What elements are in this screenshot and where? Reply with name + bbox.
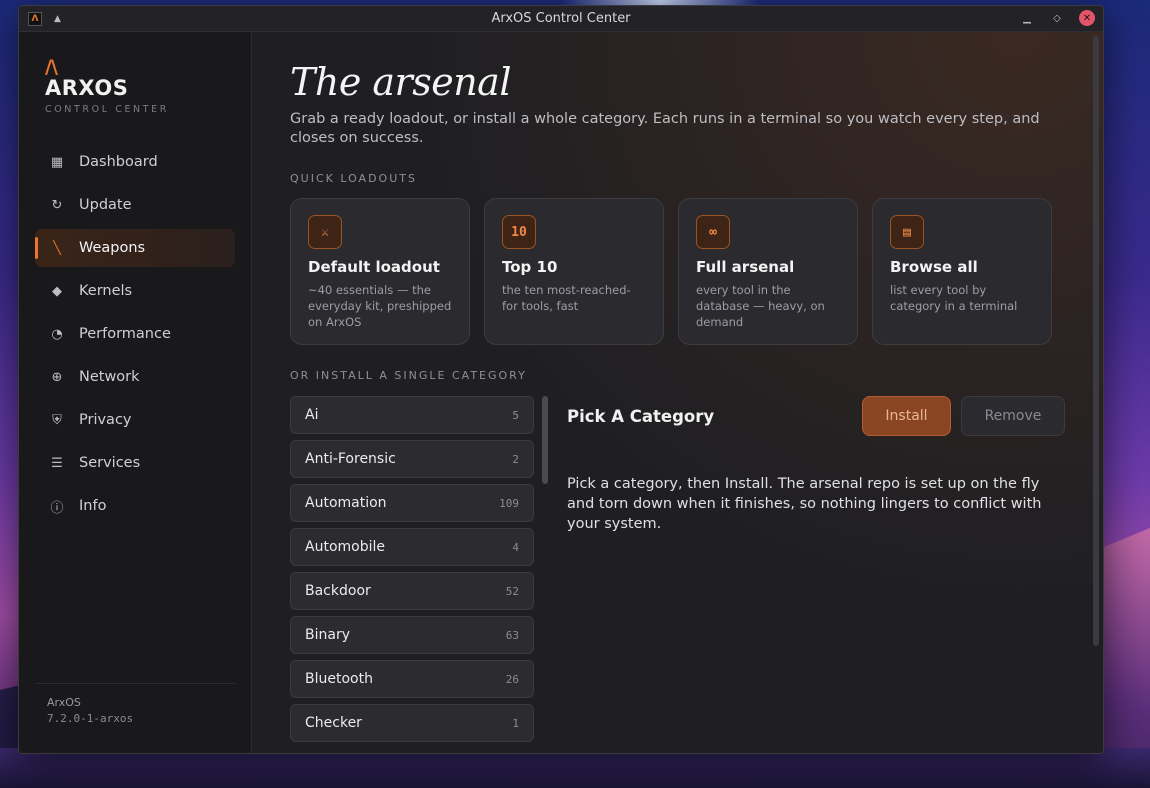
list-item[interactable]: Backdoor 52 [290, 572, 534, 610]
category-name: Backdoor [305, 583, 371, 599]
sidebar-item-label: Services [79, 455, 141, 471]
detail-title: Pick A Category [567, 406, 715, 426]
list-item[interactable]: Automobile 4 [290, 528, 534, 566]
gauge-icon: ◔ [51, 326, 63, 342]
sidebar-item-label: Performance [79, 326, 171, 342]
list-item[interactable]: Binary 63 [290, 616, 534, 654]
brand-subtitle: CONTROL CENTER [45, 104, 169, 115]
card-description: list every tool by category in a termina… [890, 283, 1018, 313]
loadout-card-full[interactable]: ∞ Full arsenal every tool in the databas… [678, 198, 858, 345]
category-name: Bluetooth [305, 671, 373, 687]
os-name: ArxOS [47, 696, 81, 709]
sidebar-item-weapons[interactable]: ╲ Weapons [35, 229, 235, 267]
shield-icon: ⛨ [52, 412, 62, 428]
sidebar-item-label: Kernels [79, 283, 133, 299]
category-count: 5 [512, 408, 519, 422]
sidebar-item-update[interactable]: ↻ Update [35, 186, 235, 224]
sidebar-item-label: Weapons [79, 240, 146, 256]
category-name: Automobile [305, 539, 385, 555]
quick-loadouts-label: QUICK LOADOUTS [290, 172, 417, 185]
category-name: Anti-Forensic [305, 451, 396, 467]
sidebar-item-info[interactable]: ⓘ Info [35, 487, 235, 525]
category-detail: Pick A Category Install Remove Pick a ca… [549, 396, 1065, 742]
brand-name: ARXOS [45, 76, 129, 100]
category-name: Checker [305, 715, 362, 731]
sidebar-footer: ArxOS 7.2.0-1-arxos [35, 683, 235, 753]
card-title: Full arsenal [696, 258, 795, 276]
list-item[interactable]: Bluetooth 26 [290, 660, 534, 698]
sidebar-item-network[interactable]: ⊕ Network [35, 358, 235, 396]
category-name: Automation [305, 495, 387, 511]
sidebar-item-label: Info [79, 498, 107, 514]
main-content: The arsenal Grab a ready loadout, or ins… [252, 32, 1103, 753]
list-item[interactable]: Checker 1 [290, 704, 534, 742]
category-count: 2 [512, 452, 519, 466]
os-version: 7.2.0-1-arxos [47, 712, 134, 725]
infinity-icon: ∞ [696, 215, 730, 249]
detail-text: Pick a category, then Install. The arsen… [567, 476, 1042, 532]
category-name: Binary [305, 627, 350, 643]
loadout-card-browse[interactable]: ▤ Browse all list every tool by category… [872, 198, 1052, 345]
sidebar-item-label: Dashboard [79, 154, 158, 170]
wallpaper-ground [0, 748, 1150, 788]
card-description: ~40 essentials — the everyday kit, presh… [308, 283, 452, 329]
list-item[interactable]: Automation 109 [290, 484, 534, 522]
category-label: OR INSTALL A SINGLE CATEGORY [290, 369, 527, 382]
list-icon: ☰ [51, 455, 63, 471]
sidebar-item-label: Network [79, 369, 140, 385]
card-description: the ten most-reached-for tools, fast [502, 283, 631, 313]
titlebar[interactable]: Λ ▲ ArxOS Control Center ▁ ◇ ✕ [19, 6, 1103, 32]
category-count: 109 [499, 496, 519, 510]
page-title: The arsenal [290, 60, 511, 104]
sidebar-item-label: Privacy [79, 412, 132, 428]
top10-icon: 10 [502, 215, 536, 249]
category-count: 26 [505, 672, 519, 686]
keep-above-icon[interactable]: ▲ [54, 14, 61, 24]
sidebar-item-kernels[interactable]: ◆ Kernels [35, 272, 235, 310]
grid-icon: ▦ [50, 154, 64, 170]
card-title: Top 10 [502, 258, 558, 276]
close-icon[interactable]: ✕ [1079, 10, 1095, 26]
minimize-icon[interactable]: ▁ [1019, 10, 1035, 26]
sidebar-item-performance[interactable]: ◔ Performance [35, 315, 235, 353]
remove-button[interactable]: Remove [961, 396, 1065, 436]
restore-icon[interactable]: ◇ [1049, 10, 1065, 26]
refresh-icon: ↻ [51, 197, 63, 213]
sidebar-item-services[interactable]: ☰ Services [35, 444, 235, 482]
logo-icon: /\ [45, 56, 58, 78]
sidebar-item-label: Update [79, 197, 132, 213]
card-title: Browse all [890, 258, 978, 276]
card-description: every tool in the database — heavy, on d… [696, 283, 825, 329]
chip-icon: ◆ [52, 283, 62, 299]
scrollbar-thumb[interactable] [542, 396, 548, 484]
window-title: ArxOS Control Center [491, 11, 631, 26]
blade-icon: ╲ [53, 240, 61, 256]
loadout-card-default[interactable]: ⚔ Default loadout ~40 essentials — the e… [290, 198, 470, 345]
loadout-cards: ⚔ Default loadout ~40 essentials — the e… [290, 198, 1065, 345]
list-item[interactable]: Anti-Forensic 2 [290, 440, 534, 478]
loadout-card-top10[interactable]: 10 Top 10 the ten most-reached-for tools… [484, 198, 664, 345]
app-window: Λ ▲ ArxOS Control Center ▁ ◇ ✕ /\ ARXOS … [18, 5, 1104, 754]
category-list: Ai 5 Anti-Forensic 2 Automation 109 Auto… [290, 396, 534, 742]
category-count: 4 [512, 540, 519, 554]
book-icon: ▤ [890, 215, 924, 249]
list-item[interactable]: Ai 5 [290, 396, 534, 434]
category-count: 63 [505, 628, 519, 642]
install-button[interactable]: Install [862, 396, 951, 436]
sidebar-item-dashboard[interactable]: ▦ Dashboard [35, 143, 235, 181]
swords-icon: ⚔ [308, 215, 342, 249]
sidebar-item-privacy[interactable]: ⛨ Privacy [35, 401, 235, 439]
app-icon[interactable]: Λ [28, 11, 42, 26]
category-name: Ai [305, 407, 319, 423]
category-count: 1 [512, 716, 519, 730]
main-scrollbar[interactable] [1093, 36, 1099, 646]
card-title: Default loadout [308, 258, 440, 276]
info-icon: ⓘ [50, 500, 64, 516]
page-description: Grab a ready loadout, or install a whole… [290, 111, 1040, 146]
sidebar: /\ ARXOS CONTROL CENTER ▦ Dashboard ↻ Up… [19, 32, 252, 753]
sidebar-nav: ▦ Dashboard ↻ Update ╲ Weapons ◆ Kernels… [35, 143, 235, 525]
category-count: 52 [505, 584, 519, 598]
globe-icon: ⊕ [51, 369, 63, 385]
category-scrollbar[interactable] [541, 396, 549, 742]
